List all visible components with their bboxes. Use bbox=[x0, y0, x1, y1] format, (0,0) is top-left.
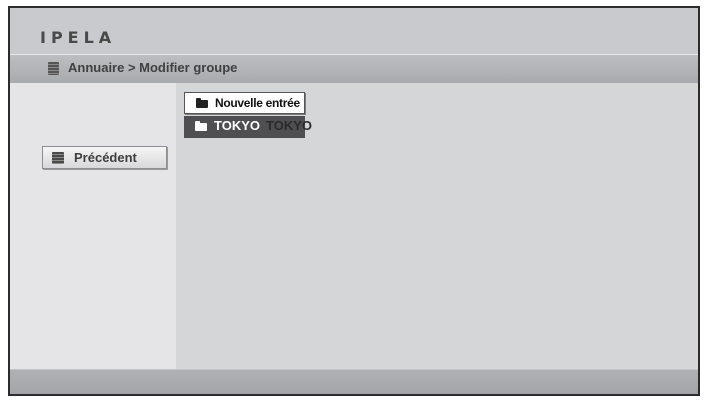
ipela-logo: IPELA bbox=[40, 28, 117, 47]
phonebook-icon bbox=[48, 62, 59, 75]
ghost-label: TOKYO bbox=[266, 118, 312, 133]
ui-screen: IPELA Annuaire > Modifier groupe Précéde… bbox=[8, 6, 700, 396]
back-button-label: Précédent bbox=[74, 150, 137, 165]
folder-icon bbox=[195, 121, 207, 131]
top-bar: IPELA bbox=[10, 8, 698, 54]
back-button[interactable]: Précédent bbox=[42, 146, 167, 169]
entry-label: Nouvelle entrée bbox=[215, 96, 300, 110]
new-entry-button[interactable]: Nouvelle entrée bbox=[184, 92, 305, 114]
breadcrumb: Annuaire > Modifier groupe bbox=[10, 54, 698, 84]
entry-list: Nouvelle entrée TOKYO TOKYO bbox=[176, 83, 698, 369]
left-panel: Précédent bbox=[10, 83, 176, 369]
breadcrumb-text: Annuaire > Modifier groupe bbox=[68, 60, 238, 75]
folder-icon bbox=[196, 98, 208, 108]
phonebook-icon bbox=[52, 152, 64, 164]
footer-bar bbox=[10, 369, 698, 394]
entry-label: TOKYO bbox=[214, 118, 260, 133]
